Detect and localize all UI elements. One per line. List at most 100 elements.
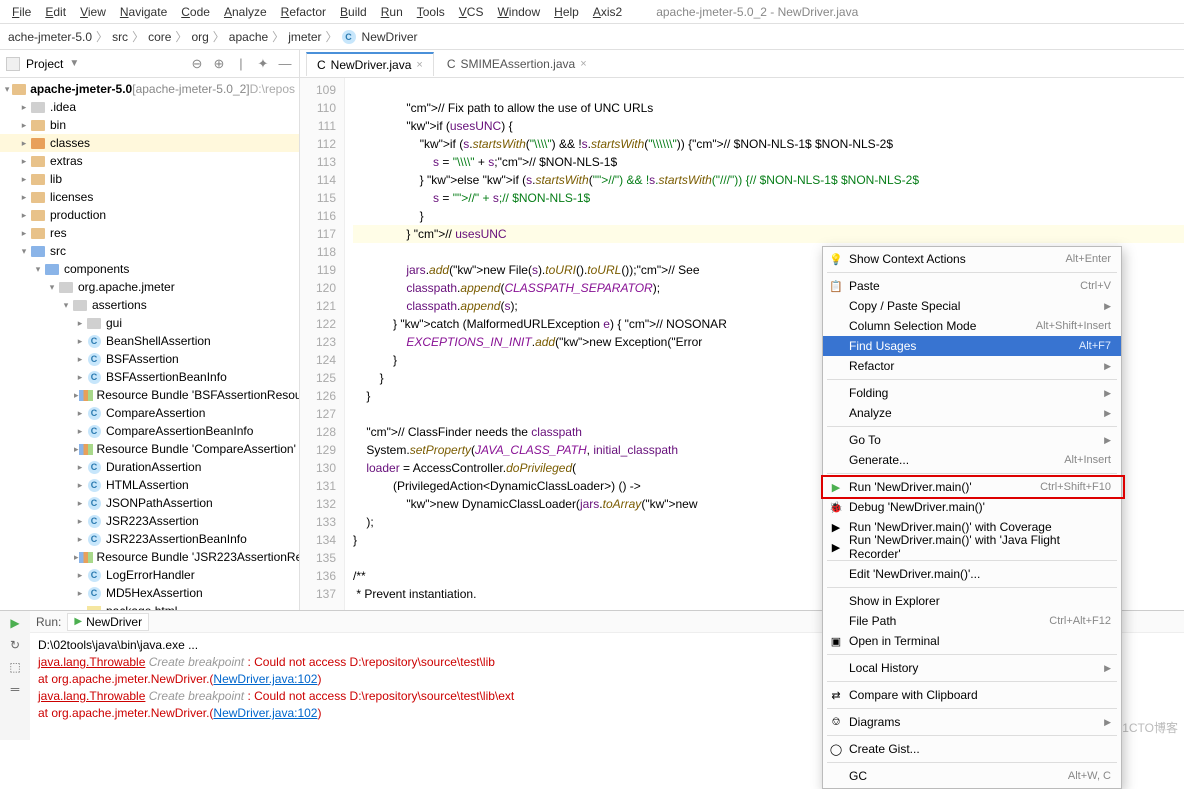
menu-run[interactable]: Run	[375, 3, 409, 21]
tree-item[interactable]: ▸CLogErrorHandler	[0, 566, 299, 584]
run-config-tab[interactable]: ▶ NewDriver	[67, 613, 149, 631]
tree-item[interactable]: ▸CCompareAssertion	[0, 404, 299, 422]
project-toolwindow-header: Project ▼ ⊖ ⊕ | ✦ —	[0, 50, 299, 78]
crumb-segment[interactable]: jmeter	[288, 30, 321, 44]
tree-item[interactable]: ▾src	[0, 242, 299, 260]
menu-item-label: Create Gist...	[849, 742, 920, 756]
tree-item[interactable]: ▸CBSFAssertionBeanInfo	[0, 368, 299, 386]
menu-navigate[interactable]: Navigate	[114, 3, 173, 21]
context-menu-item[interactable]: GCAlt+W, C	[823, 766, 1121, 786]
menu-item-icon: ▶	[828, 479, 844, 495]
filter-icon[interactable]: ═	[7, 681, 23, 697]
editor-tab[interactable]: CSMIMEAssertion.java×	[436, 52, 598, 76]
menu-build[interactable]: Build	[334, 3, 373, 21]
tree-item[interactable]: ▸CJSR223AssertionBeanInfo	[0, 530, 299, 548]
tree-item[interactable]: ▸Resource Bundle 'CompareAssertion'	[0, 440, 299, 458]
context-menu-item[interactable]: 📋PasteCtrl+V	[823, 276, 1121, 296]
close-icon[interactable]: ×	[416, 59, 422, 71]
tree-item[interactable]: ▸CBeanShellAssertion	[0, 332, 299, 350]
stop-icon[interactable]: ⬚	[7, 659, 23, 675]
menu-file[interactable]: File	[6, 3, 37, 21]
tree-item[interactable]: ▸classes	[0, 134, 299, 152]
tree-item[interactable]: ▾components	[0, 260, 299, 278]
menu-help[interactable]: Help	[548, 3, 585, 21]
context-menu-item[interactable]: Generate...Alt+Insert	[823, 450, 1121, 470]
collapse-icon[interactable]: ⊖	[189, 56, 205, 72]
context-menu-item[interactable]: Refactor▶	[823, 356, 1121, 376]
hide-icon[interactable]: —	[277, 56, 293, 72]
context-menu-item[interactable]: ⎊Diagrams▶	[823, 712, 1121, 732]
tree-item[interactable]: ▸gui	[0, 314, 299, 332]
tree-item[interactable]: ▸licenses	[0, 188, 299, 206]
tree-item[interactable]: ▸.idea	[0, 98, 299, 116]
menu-item-label: Debug 'NewDriver.main()'	[849, 500, 985, 514]
tree-item[interactable]: ▸CDurationAssertion	[0, 458, 299, 476]
menu-axis2[interactable]: Axis2	[587, 3, 628, 21]
crumb-segment[interactable]: apache	[229, 30, 268, 44]
dropdown-icon[interactable]: ▼	[69, 58, 79, 69]
editor-context-menu[interactable]: 💡Show Context ActionsAlt+Enter 📋PasteCtrl…	[822, 246, 1122, 789]
context-menu-item[interactable]: ▣Open in Terminal	[823, 631, 1121, 651]
chevron-icon: 〉	[272, 28, 284, 45]
tree-item[interactable]: ▸res	[0, 224, 299, 242]
menu-window[interactable]: Window	[491, 3, 546, 21]
menu-refactor[interactable]: Refactor	[275, 3, 332, 21]
project-tree[interactable]: ▾apache-jmeter-5.0 [apache-jmeter-5.0_2]…	[0, 78, 299, 610]
context-menu-item[interactable]: Edit 'NewDriver.main()'...	[823, 564, 1121, 584]
settings-icon[interactable]: ✦	[255, 56, 271, 72]
editor-tab[interactable]: CNewDriver.java×	[306, 52, 434, 76]
tree-item[interactable]: ▸extras	[0, 152, 299, 170]
tree-item[interactable]: ▾assertions	[0, 296, 299, 314]
menu-view[interactable]: View	[74, 3, 112, 21]
context-menu-item[interactable]: Local History▶	[823, 658, 1121, 678]
context-menu-item[interactable]: ▶Run 'NewDriver.main()' with 'Java Fligh…	[823, 537, 1121, 557]
tree-item[interactable]: ▸bin	[0, 116, 299, 134]
tree-item[interactable]: ▸lib	[0, 170, 299, 188]
context-menu-item[interactable]: Go To▶	[823, 430, 1121, 450]
class-icon: C	[447, 57, 456, 71]
tree-item[interactable]: ▸CHTMLAssertion	[0, 476, 299, 494]
tree-item[interactable]: ▸CBSFAssertion	[0, 350, 299, 368]
crumb-segment[interactable]: org	[191, 30, 208, 44]
tree-item[interactable]: ▾org.apache.jmeter	[0, 278, 299, 296]
tree-item[interactable]: ▸production	[0, 206, 299, 224]
context-menu-item[interactable]: Analyze▶	[823, 403, 1121, 423]
close-icon[interactable]: ×	[580, 58, 586, 70]
context-menu-item[interactable]: Folding▶	[823, 383, 1121, 403]
context-menu-item[interactable]: ◯Create Gist...	[823, 739, 1121, 759]
rerun-icon[interactable]: ↻	[7, 637, 23, 653]
context-menu-item[interactable]: 🐞Debug 'NewDriver.main()'	[823, 497, 1121, 517]
expand-icon[interactable]: ⊕	[211, 56, 227, 72]
context-menu-item[interactable]: Find UsagesAlt+F7	[823, 336, 1121, 356]
context-menu-item[interactable]: 💡Show Context ActionsAlt+Enter	[823, 249, 1121, 269]
tree-item[interactable]: package.html	[0, 602, 299, 610]
context-menu-item[interactable]: Column Selection ModeAlt+Shift+Insert	[823, 316, 1121, 336]
menu-tools[interactable]: Tools	[411, 3, 451, 21]
menu-item-label: Find Usages	[849, 339, 916, 353]
menu-edit[interactable]: Edit	[39, 3, 72, 21]
context-menu-item[interactable]: ▶Run 'NewDriver.main()'Ctrl+Shift+F10	[823, 477, 1121, 497]
context-menu-item[interactable]: ⇄Compare with Clipboard	[823, 685, 1121, 705]
tree-item[interactable]: ▸CCompareAssertionBeanInfo	[0, 422, 299, 440]
crumb-segment[interactable]: core	[148, 30, 171, 44]
tree-item[interactable]: ▸CMD5HexAssertion	[0, 584, 299, 602]
context-menu-item[interactable]: Copy / Paste Special▶	[823, 296, 1121, 316]
context-menu-item[interactable]: Show in Explorer	[823, 591, 1121, 611]
run-icon[interactable]: ▶	[7, 615, 23, 631]
menu-item-label: Local History	[849, 661, 918, 675]
tree-root[interactable]: ▾apache-jmeter-5.0 [apache-jmeter-5.0_2]…	[0, 80, 299, 98]
menu-bar: FileEditViewNavigateCodeAnalyzeRefactorB…	[0, 0, 1184, 24]
tree-item[interactable]: ▸Resource Bundle 'BSFAssertionResources'	[0, 386, 299, 404]
crumb-segment[interactable]: ache-jmeter-5.0	[8, 30, 92, 44]
context-menu-item[interactable]: File PathCtrl+Alt+F12	[823, 611, 1121, 631]
menu-analyze[interactable]: Analyze	[218, 3, 273, 21]
tree-item[interactable]: ▸CJSR223Assertion	[0, 512, 299, 530]
menu-code[interactable]: Code	[175, 3, 216, 21]
class-icon: C	[317, 58, 326, 72]
crumb-file[interactable]: NewDriver	[362, 30, 418, 44]
tree-item[interactable]: ▸Resource Bundle 'JSR223AssertionResourc…	[0, 548, 299, 566]
tree-item[interactable]: ▸CJSONPathAssertion	[0, 494, 299, 512]
menu-vcs[interactable]: VCS	[453, 3, 490, 21]
crumb-segment[interactable]: src	[112, 30, 128, 44]
menu-item-icon: 💡	[828, 251, 844, 267]
